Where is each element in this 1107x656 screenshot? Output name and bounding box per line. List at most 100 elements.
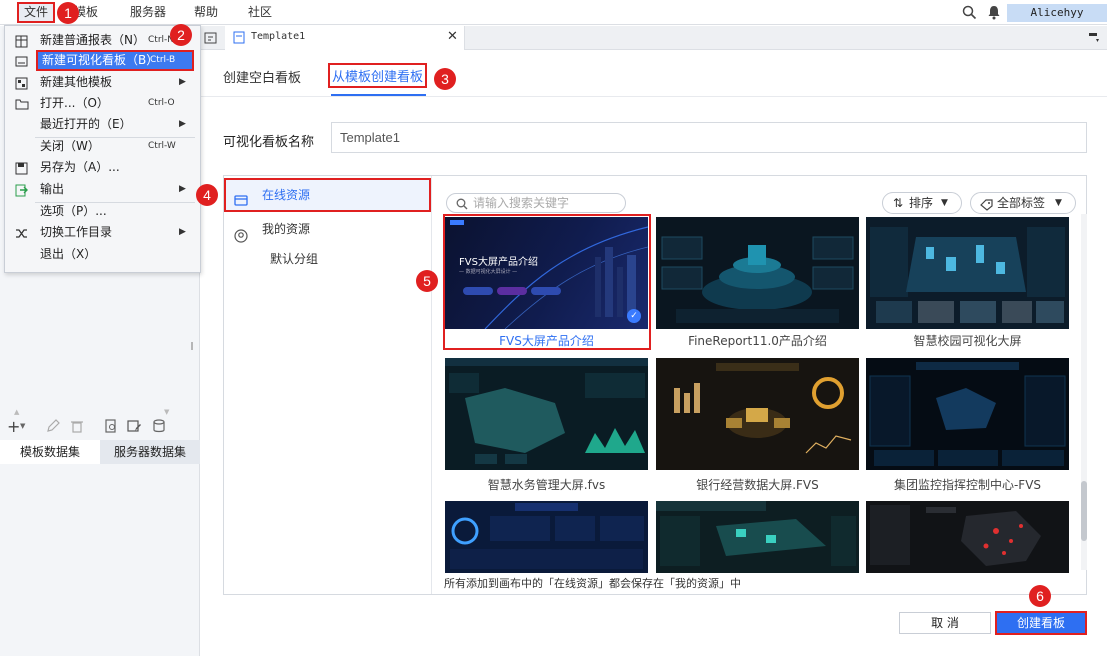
menu-recent[interactable]: 最近打开的（E） ▶: [5, 114, 200, 135]
template-browser: 在线资源 我的资源 默认分组 请输入搜索关键字 ⇅ 排序 ▼ 全部标签 ▼ FV…: [223, 175, 1087, 595]
sort-icon: ⇅: [893, 196, 904, 210]
menu-options[interactable]: 选项（P）...: [5, 201, 200, 222]
resource-online[interactable]: 在线资源: [224, 178, 431, 212]
submenu-arrow-icon: ▶: [179, 227, 186, 237]
template-card[interactable]: 集团监控指挥控制中心-FVS: [866, 358, 1069, 492]
campus-thumbnail-art: [870, 227, 1065, 323]
tab-server-dataset[interactable]: 服务器数据集: [100, 440, 200, 464]
dataset-tabs: 模板数据集 服务器数据集: [0, 440, 200, 464]
water-thumbnail-art: [445, 358, 648, 464]
menu-help[interactable]: 帮助: [194, 0, 218, 25]
dashboard-file-icon: [233, 31, 245, 47]
tab-blank-dashboard[interactable]: 创建空白看板: [223, 67, 301, 86]
cancel-button[interactable]: 取 消: [899, 612, 991, 634]
map-thumbnail-art: [870, 505, 1041, 566]
finereport-thumbnail-art: [661, 236, 854, 323]
template-search-input[interactable]: 请输入搜索关键字: [446, 193, 626, 213]
create-dashboard-button[interactable]: 创建看板: [995, 611, 1087, 635]
document-tab[interactable]: Template1 ✕: [225, 26, 465, 50]
submenu-arrow-icon: ▶: [179, 119, 186, 129]
gallery-scrollbar-thumb[interactable]: [1081, 481, 1087, 541]
menu-close[interactable]: 关闭（W） Ctrl-W: [5, 136, 200, 157]
template-thumbnail: [866, 217, 1069, 329]
resource-list: 在线资源 我的资源 默认分组: [224, 176, 432, 594]
submenu-arrow-icon: ▶: [179, 184, 186, 194]
resource-mine[interactable]: 我的资源: [224, 212, 431, 246]
menu-server[interactable]: 服务器: [130, 0, 166, 25]
template-card[interactable]: [445, 501, 648, 573]
submenu-arrow-icon: ▶: [179, 77, 186, 87]
menu-file[interactable]: 文件: [17, 2, 55, 23]
step-badge: 2: [170, 24, 192, 46]
menu-new-dashboard[interactable]: 新建可视化看板（B） Ctrl-B: [36, 50, 194, 71]
user-account[interactable]: Alicehyy: [1007, 4, 1107, 22]
bank-thumbnail-art: [674, 363, 852, 454]
tag-icon: [980, 197, 993, 217]
menu-exit[interactable]: 退出（X）: [5, 244, 200, 265]
step-badge: 6: [1029, 585, 1051, 607]
selection-highlight: [443, 214, 651, 350]
dataset-edit-icon[interactable]: [127, 419, 142, 436]
user-circle-icon: [234, 222, 248, 243]
resource-default-group[interactable]: 默认分组: [224, 242, 431, 276]
template-icon: [15, 76, 28, 90]
template-card[interactable]: 智慧水务管理大屏.fvs: [445, 358, 648, 492]
create-dashboard-dialog: 创建空白看板 从模板创建看板 可视化看板名称 在线资源 我的资源 默认分组 请输…: [201, 51, 1107, 656]
grid-icon: [15, 34, 28, 48]
collapse-handle-icon[interactable]: ‖: [190, 341, 194, 350]
template-card[interactable]: [866, 501, 1069, 573]
panel-splitter[interactable]: ▲ ▼: [14, 408, 186, 416]
factory-thumbnail-art: [656, 501, 856, 566]
dashboard-name-label: 可视化看板名称: [223, 135, 315, 150]
new-template-icon[interactable]: [204, 31, 219, 48]
resource-footnote: 所有添加到画布中的「在线资源」都会保存在「我的资源」中: [444, 575, 1084, 591]
step-badge: 1: [57, 2, 79, 24]
template-card[interactable]: 银行经营数据大屏.FVS: [656, 358, 859, 492]
template-card[interactable]: [656, 501, 859, 573]
menu-export[interactable]: 输出 ▶: [5, 179, 200, 200]
dashboard-name-input[interactable]: [331, 122, 1087, 153]
template-name: 集团监控指挥控制中心-FVS: [893, 478, 1042, 492]
template-card[interactable]: 智慧校园可视化大屏: [866, 217, 1069, 348]
menu-open[interactable]: 打开...（O） Ctrl-O: [5, 93, 200, 114]
template-name: 智慧校园可视化大屏: [913, 334, 1022, 348]
menu-save-as[interactable]: 另存为（A）...: [5, 157, 200, 178]
pin-icon[interactable]: [1088, 32, 1100, 47]
search-icon[interactable]: [962, 5, 977, 23]
template-thumbnail: [445, 501, 648, 573]
step-badge: 4: [196, 184, 218, 206]
add-icon[interactable]: +: [7, 417, 20, 436]
bell-icon[interactable]: [987, 5, 1001, 23]
edit-icon[interactable]: [46, 419, 60, 436]
database-icon[interactable]: [152, 419, 166, 436]
chevron-down-icon[interactable]: ▼: [20, 422, 25, 430]
template-name: 银行经营数据大屏.FVS: [696, 478, 819, 492]
delete-icon[interactable]: [70, 419, 84, 436]
document-tab-strip: Template1 ✕: [200, 26, 1107, 50]
save-as-icon: [15, 161, 28, 175]
template-thumbnail: [866, 358, 1069, 470]
tab-divider: [201, 96, 1107, 97]
tab-from-template[interactable]: 从模板创建看板: [328, 63, 428, 88]
template-thumbnail: [866, 501, 1069, 573]
store-icon: [234, 188, 248, 206]
step-badge: 5: [416, 270, 438, 292]
menu-bar: 文件 模板 服务器 帮助 社区 Alicehyy: [0, 0, 1107, 25]
menu-new-other[interactable]: 新建其他模板 ▶: [5, 72, 200, 93]
step-badge: 3: [434, 68, 456, 90]
menu-switch-workdir[interactable]: 切换工作目录 ▶: [5, 222, 200, 243]
sort-button[interactable]: ⇅ 排序 ▼: [882, 192, 962, 214]
tab-template-dataset[interactable]: 模板数据集: [0, 440, 100, 464]
close-icon[interactable]: ✕: [447, 29, 458, 44]
file-menu-dropdown: 新建普通报表（N） Ctrl-N 新建可视化看板（B） Ctrl-B 新建其他模…: [4, 25, 201, 273]
dashboard-icon: [15, 55, 28, 71]
template-thumbnail: [445, 358, 648, 470]
template-thumbnail: [656, 501, 859, 573]
tags-filter-button[interactable]: 全部标签 ▼: [970, 192, 1076, 214]
preview-icon[interactable]: [104, 419, 118, 436]
industry-thumbnail-art: [450, 503, 644, 569]
template-name: FineReport11.0产品介绍: [688, 334, 827, 348]
menu-community[interactable]: 社区: [248, 0, 272, 25]
template-card[interactable]: FineReport11.0产品介绍: [656, 217, 859, 348]
document-tab-title: Template1: [251, 31, 306, 42]
